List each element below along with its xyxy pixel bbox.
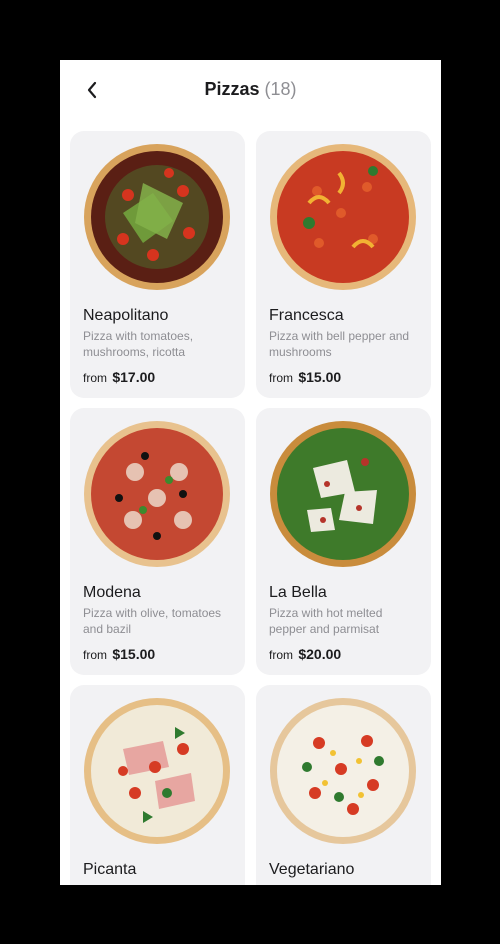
pizza-price: from $15.00	[269, 369, 341, 385]
pizza-description: Pizza with tomatoes, mushrooms, ricotta	[83, 329, 194, 359]
header: Pizzas (18)	[60, 60, 441, 120]
pizza-price: from $15.00	[83, 646, 155, 662]
page-title: Pizzas (18)	[60, 79, 441, 100]
pizza-card[interactable]: La Bella Pizza with hot melted pepper an…	[256, 408, 431, 675]
price-prefix: from	[269, 371, 293, 385]
item-count: (18)	[264, 79, 297, 99]
price-prefix: from	[269, 648, 293, 662]
pizza-card[interactable]: Francesca Pizza with bell pepper and mus…	[256, 131, 431, 398]
pizza-description: Pizza with olive, tomatoes and bazil	[83, 606, 222, 636]
pizza-description: Pizza with hot melted pepper and parmisa…	[269, 606, 383, 636]
pizza-image	[270, 144, 416, 290]
pizza-card[interactable]: Neapolitano Pizza with tomatoes, mushroo…	[70, 131, 245, 398]
price-prefix: from	[83, 371, 107, 385]
pizza-image	[84, 421, 230, 567]
price-amount: $17.00	[112, 369, 156, 385]
pizza-name: Picanta	[83, 861, 137, 878]
pizza-name: Francesca	[269, 307, 344, 324]
pizza-image	[84, 698, 230, 844]
price-amount: $15.00	[298, 369, 342, 385]
price-amount: $20.00	[298, 646, 342, 662]
pizza-name: La Bella	[269, 584, 327, 601]
page-title-text: Pizzas	[204, 79, 260, 99]
pizza-image	[270, 698, 416, 844]
price-amount: $15.00	[112, 646, 156, 662]
pizza-price: from $17.00	[83, 369, 155, 385]
pizza-image	[270, 421, 416, 567]
pizza-card[interactable]: Vegetariano	[256, 685, 431, 885]
app-screen: Pizzas (18) Neapolitano Pizza with tomat…	[60, 60, 441, 885]
pizza-name: Neapolitano	[83, 307, 169, 324]
pizza-price: from $20.00	[269, 646, 341, 662]
pizza-description: Pizza with bell pepper and mushrooms	[269, 329, 410, 359]
pizza-card[interactable]: Picanta	[70, 685, 245, 885]
pizza-name: Vegetariano	[269, 861, 355, 878]
price-prefix: from	[83, 648, 107, 662]
pizza-card[interactable]: Modena Pizza with olive, tomatoes and ba…	[70, 408, 245, 675]
pizza-image	[84, 144, 230, 290]
pizza-name: Modena	[83, 584, 141, 601]
